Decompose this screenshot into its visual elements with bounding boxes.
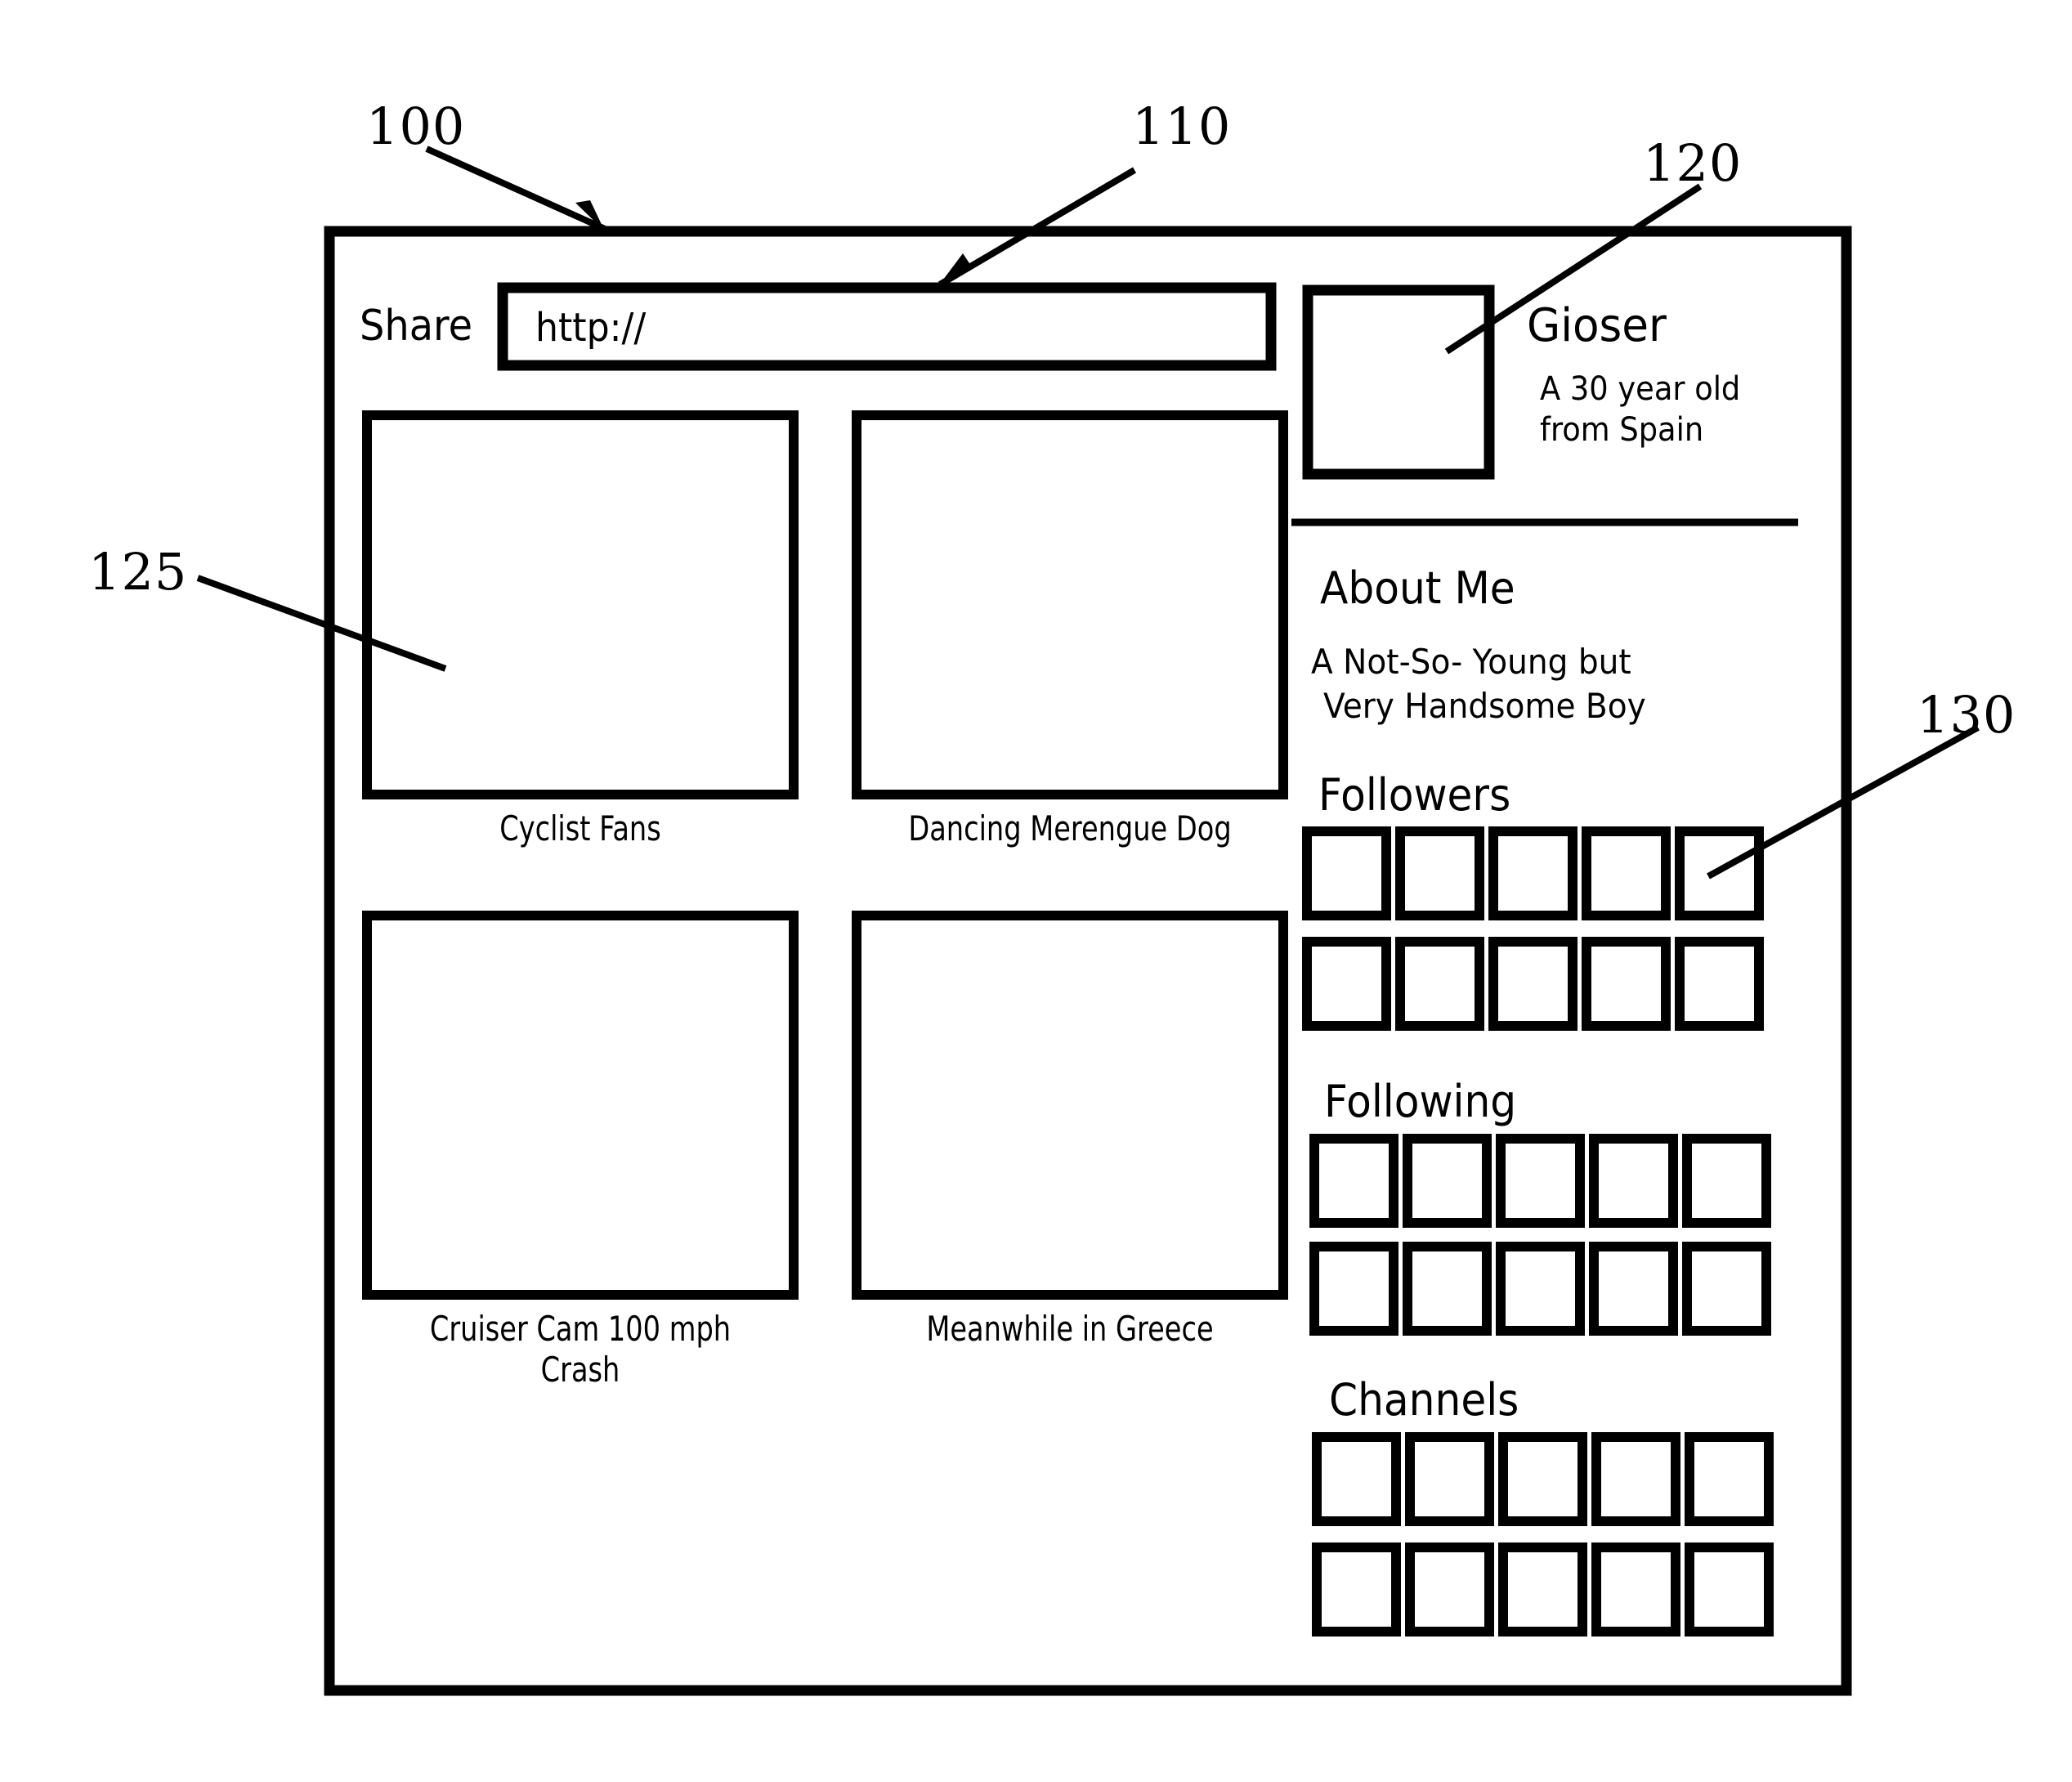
video-caption-3-line-1: Cruiser Cam 100 mph bbox=[429, 1309, 732, 1349]
about-me-line-1: A Not-So- Young but bbox=[1311, 642, 1631, 682]
channel-box-10 bbox=[1685, 1542, 1774, 1636]
follower-box-8 bbox=[1488, 937, 1577, 1031]
channel-box-3 bbox=[1498, 1432, 1587, 1526]
video-caption-4: Meanwhile in Greece bbox=[926, 1309, 1214, 1349]
followers-heading: Followers bbox=[1318, 769, 1511, 821]
share-label: Share bbox=[360, 302, 473, 351]
follower-box-1 bbox=[1302, 826, 1391, 920]
reference-numeral-110: 110 bbox=[1132, 96, 1232, 156]
follower-box-3 bbox=[1488, 826, 1577, 920]
following-box-4 bbox=[1589, 1134, 1678, 1228]
url-input[interactable]: http:// bbox=[535, 306, 646, 351]
video-thumb-4 bbox=[852, 911, 1288, 1300]
figure-canvas: 100 110 120 125 130 Share http:// Cyclis… bbox=[0, 0, 2072, 1782]
channels-heading: Channels bbox=[1329, 1374, 1519, 1426]
channel-box-9 bbox=[1591, 1542, 1680, 1636]
avatar-box bbox=[1302, 284, 1495, 480]
following-box-1 bbox=[1309, 1134, 1398, 1228]
channel-box-2 bbox=[1405, 1432, 1494, 1526]
channel-box-6 bbox=[1312, 1542, 1401, 1636]
following-box-7 bbox=[1403, 1242, 1492, 1336]
about-me-line-2: Very Handsome Boy bbox=[1323, 686, 1646, 726]
following-box-2 bbox=[1403, 1134, 1492, 1228]
following-box-9 bbox=[1589, 1242, 1678, 1336]
following-box-8 bbox=[1496, 1242, 1585, 1336]
video-caption-1: Cyclist Fans bbox=[499, 808, 661, 848]
profile-name: Gioser bbox=[1527, 299, 1667, 352]
video-thumb-3 bbox=[362, 911, 799, 1300]
follower-box-7 bbox=[1395, 937, 1484, 1031]
video-thumb-2 bbox=[852, 410, 1288, 799]
channel-box-4 bbox=[1591, 1432, 1680, 1526]
channel-box-8 bbox=[1498, 1542, 1587, 1636]
following-box-10 bbox=[1682, 1242, 1771, 1336]
reference-numeral-130: 130 bbox=[1917, 685, 2016, 745]
profile-detail-line-2: from Spain bbox=[1540, 411, 1704, 449]
video-caption-3-line-2: Crash bbox=[540, 1350, 620, 1390]
profile-detail-line-1: A 30 year old bbox=[1540, 370, 1741, 408]
video-caption-2: Dancing Merengue Dog bbox=[908, 808, 1232, 848]
about-me-heading: About Me bbox=[1320, 562, 1515, 614]
video-thumb-1 bbox=[362, 410, 799, 799]
patent-figure-lines bbox=[196, 146, 1980, 1696]
reference-numeral-120: 120 bbox=[1643, 133, 1743, 193]
follower-box-4 bbox=[1582, 826, 1671, 920]
follower-box-9 bbox=[1582, 937, 1671, 1031]
leader-line-100 bbox=[425, 146, 606, 232]
channel-box-7 bbox=[1405, 1542, 1494, 1636]
follower-box-2 bbox=[1395, 826, 1484, 920]
following-box-5 bbox=[1682, 1134, 1771, 1228]
reference-numeral-125: 125 bbox=[88, 542, 188, 602]
follower-box-6 bbox=[1302, 937, 1391, 1031]
following-heading: Following bbox=[1324, 1076, 1517, 1127]
reference-numeral-100: 100 bbox=[366, 96, 466, 156]
channel-box-5 bbox=[1685, 1432, 1774, 1526]
following-box-6 bbox=[1309, 1242, 1398, 1336]
following-box-3 bbox=[1496, 1134, 1585, 1228]
channel-box-1 bbox=[1312, 1432, 1401, 1526]
follower-box-10 bbox=[1675, 937, 1764, 1031]
